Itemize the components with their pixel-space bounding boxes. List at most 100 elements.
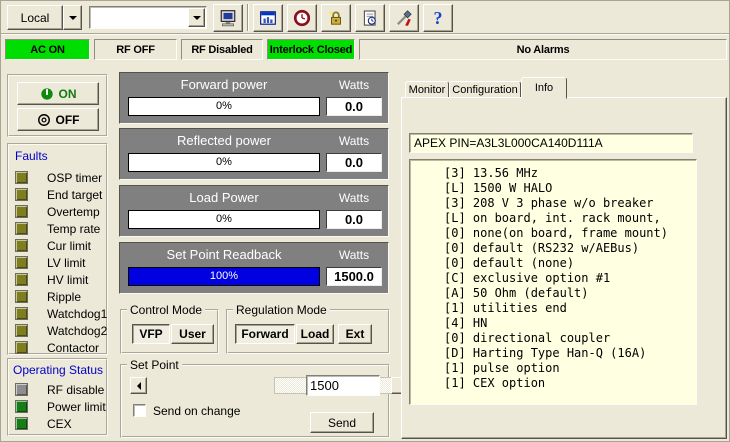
tab-monitor[interactable]: Monitor [405,81,449,98]
fault-led [15,307,28,320]
set-point-input[interactable] [306,375,380,396]
fault-row: OSP timer [15,171,107,186]
forward-power-meter: Forward power Watts 0% 0.0 [119,72,389,124]
config-line[interactable]: [0] default (RS232 w/AEBus) [444,241,696,256]
config-line[interactable]: [3] 208 V 3 phase w/o breaker [444,196,696,211]
control-mode-group: Control Mode VFP User [120,309,219,354]
toolbar-separator [247,4,249,31]
send-button[interactable]: Send [310,412,374,433]
set-point-scrollbar[interactable] [130,377,296,394]
regulation-load-button[interactable]: Load [296,324,334,344]
status-rf-enable-label: RF Disabled [191,44,252,56]
config-line[interactable]: [0] default (none) [444,256,696,271]
meter-value: 1500.0 [326,267,382,286]
local-mode-dropdown-button[interactable] [63,5,82,30]
help-button[interactable]: ? [423,4,453,32]
fault-row: Watchdog1 [15,307,107,322]
regulation-mode-group: Regulation Mode Forward Load Ext [226,309,390,354]
meter-value: 0.0 [326,97,382,116]
fault-label: Ripple [47,290,81,304]
regulation-ext-button[interactable]: Ext [338,324,372,344]
device-combobox-dropdown-button[interactable] [188,8,205,27]
meter-progressbar: 100% [128,267,320,286]
scrollbar-left-button[interactable] [130,377,147,394]
status-led [15,417,28,430]
tools-button[interactable] [389,4,419,32]
fault-label: OSP timer [47,171,102,185]
apex-pin-field[interactable]: APEX PIN=A3L3L000CA140D111A [409,133,693,153]
event-log-button[interactable] [355,4,385,32]
status-interlock-label: Interlock Closed [270,44,352,56]
power-off-icon [37,113,51,127]
regulation-forward-button[interactable]: Forward [235,324,295,344]
fault-row: Temp rate [15,222,107,237]
fault-label: LV limit [47,256,85,270]
fault-label: HV limit [47,273,88,287]
config-line[interactable]: [L] on board, int. rack mount, [444,211,696,226]
send-label: Send [328,416,356,430]
config-line[interactable]: [D] Harting Type Han-Q (16A) [444,346,696,361]
config-line[interactable]: [L] 1500 W HALO [444,181,696,196]
fault-label: Overtemp [47,205,100,219]
control-mode-user-button[interactable]: User [171,324,214,344]
ext-label: Ext [346,327,365,341]
config-listbox[interactable]: [3] 13.56 MHz [L] 1500 W HALO [3] 208 V … [409,159,697,405]
status-ac: AC ON [5,39,90,60]
fault-row: HV limit [15,273,107,288]
config-line[interactable]: [0] none(on board, frame mount) [444,226,696,241]
load-power-meter: Load Power Watts 0% 0.0 [119,185,389,237]
config-line[interactable]: [0] directional coupler [444,331,696,346]
security-button[interactable] [321,4,351,32]
config-line[interactable]: [C] exclusive option #1 [444,271,696,286]
tab-configuration-label: Configuration [452,84,517,96]
user-label: User [179,327,206,341]
tab-configuration[interactable]: Configuration [449,81,521,98]
tab-info[interactable]: Info [521,77,567,99]
control-mode-vfp-button[interactable]: VFP [132,324,170,344]
device-combobox-input[interactable] [92,9,188,27]
meter-unit: Watts [326,134,382,148]
vfp-label: VFP [139,327,162,341]
local-mode-button[interactable]: Local [7,5,63,30]
fault-led [15,324,28,337]
config-line[interactable]: [3] 13.56 MHz [444,166,696,181]
tools-icon [395,9,413,27]
chevron-down-icon [69,16,77,20]
fault-led [15,256,28,269]
config-line[interactable]: [1] utilities end [444,301,696,316]
status-ac-label: AC ON [30,44,64,56]
status-label: Power limit [47,400,106,414]
operating-status-row: CEX [15,417,107,432]
power-button-group: ON OFF [7,74,108,137]
operating-status-row: Power limit [15,400,107,415]
timer-button[interactable] [287,4,317,32]
config-line[interactable]: [1] CEX option [444,376,696,391]
load-label: Load [301,327,330,341]
config-line[interactable]: [1] pulse option [444,361,696,376]
meter-title: Reflected power [128,133,320,148]
config-line[interactable]: [A] 50 Ohm (default) [444,286,696,301]
meter-value: 0.0 [326,153,382,172]
tab-monitor-label: Monitor [409,84,446,96]
toolbar: Local [1,1,729,35]
rf-on-button[interactable]: ON [17,82,99,105]
fault-led [15,171,28,184]
status-alarms: No Alarms [359,39,727,60]
forward-label: Forward [241,327,288,341]
power-on-icon [40,87,54,101]
device-combobox[interactable] [89,6,207,29]
rf-off-button[interactable]: OFF [17,108,99,131]
fault-led [15,273,28,286]
send-on-change-checkbox[interactable] [133,404,146,417]
status-alarms-label: No Alarms [517,44,570,56]
regulation-mode-title: Regulation Mode [233,304,330,316]
config-line[interactable]: [4] HN [444,316,696,331]
fault-row: Watchdog2 [15,324,107,339]
set-point-group: Set Point Send on change Send [120,364,390,438]
vfp-panel-button[interactable] [253,4,283,32]
chevron-down-icon [193,16,201,20]
arrow-left-icon [137,382,141,390]
clock-icon [293,9,311,27]
connect-button[interactable] [213,4,243,32]
meter-value: 0.0 [326,210,382,229]
